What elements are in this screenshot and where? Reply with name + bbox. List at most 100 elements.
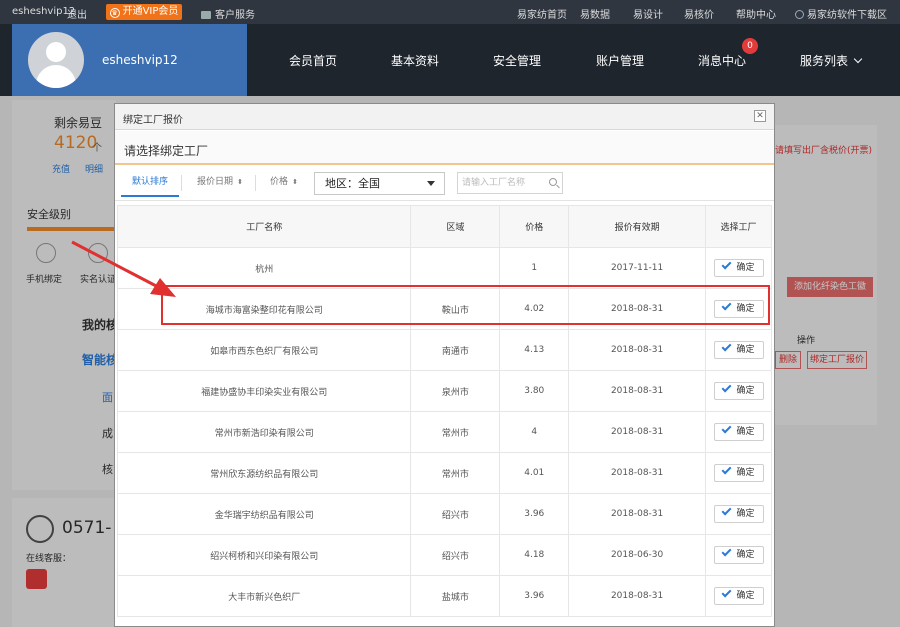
factory-search-input[interactable]: 请输入工厂名称 bbox=[457, 172, 563, 194]
col-valid-until: 报价有效期 bbox=[568, 205, 706, 248]
col-select: 选择工厂 bbox=[705, 205, 772, 248]
bind-factory-dialog: 绑定工厂报价 ✕ 请选择绑定工厂 默认排序 报价日期 ⬍ 价格 ⬍ 地区：全国 请输… bbox=[114, 103, 775, 627]
search-icon[interactable] bbox=[549, 178, 557, 186]
confirm-button[interactable]: 确定 bbox=[713, 382, 764, 400]
select-cell: 确定 bbox=[705, 411, 772, 453]
confirm-label: 确定 bbox=[736, 427, 755, 437]
vip-label: 开通VIP会员 bbox=[122, 6, 179, 17]
tab-quote-date[interactable]: 报价日期 ⬍ bbox=[185, 167, 255, 197]
confirm-label: 确定 bbox=[736, 468, 755, 478]
vip-button[interactable]: ♛ 开通VIP会员 bbox=[106, 4, 182, 20]
top-link-help[interactable]: 帮助中心 bbox=[736, 6, 776, 21]
avatar[interactable] bbox=[28, 32, 84, 88]
crown-icon: ♛ bbox=[109, 8, 120, 18]
confirm-button[interactable]: 确定 bbox=[713, 464, 764, 482]
top-link-data[interactable]: 易数据 bbox=[580, 6, 610, 21]
download-link[interactable]: 易家纺软件下载区 bbox=[795, 6, 887, 21]
message-count-badge: 0 bbox=[742, 38, 758, 54]
tab-quote-date-label: 报价日期 bbox=[197, 177, 234, 187]
region-cell: 南通市 bbox=[410, 329, 501, 371]
select-cell: 确定 bbox=[705, 534, 772, 576]
search-placeholder: 请输入工厂名称 bbox=[462, 178, 526, 188]
price-cell: 3.96 bbox=[499, 493, 570, 535]
profile-username: esheshvip12 bbox=[102, 53, 178, 67]
valid-until-cell: 2018-08-31 bbox=[568, 411, 706, 453]
check-icon bbox=[722, 341, 732, 352]
price-cell: 4.13 bbox=[499, 329, 570, 371]
table-row: 常州欣东源纺织品有限公司 常州市 4.01 2018-08-31 确定 bbox=[116, 452, 772, 494]
nav-account[interactable]: 账户管理 bbox=[596, 52, 644, 69]
download-label: 易家纺软件下载区 bbox=[807, 10, 887, 21]
check-icon bbox=[722, 423, 732, 434]
confirm-button[interactable]: 确定 bbox=[713, 423, 764, 441]
nav-basic-info[interactable]: 基本资料 bbox=[391, 52, 439, 69]
nav-security[interactable]: 安全管理 bbox=[493, 52, 541, 69]
top-bar: esheshvip12 退出 ♛ 开通VIP会员 客户服务 易家纺首页 易数据 易… bbox=[0, 0, 900, 24]
top-link-design[interactable]: 易设计 bbox=[633, 6, 663, 21]
select-cell: 确定 bbox=[705, 575, 772, 617]
factory-name-cell: 如皋市西东色织厂有限公司 bbox=[116, 329, 412, 371]
check-icon bbox=[722, 587, 732, 598]
region-cell: 常州市 bbox=[410, 411, 501, 453]
confirm-button[interactable]: 确定 bbox=[713, 546, 764, 564]
table-row: 绍兴柯桥和兴印染有限公司 绍兴市 4.18 2018-06-30 确定 bbox=[116, 534, 772, 576]
customer-service-label: 客户服务 bbox=[215, 10, 255, 21]
col-price: 价格 bbox=[499, 205, 570, 248]
confirm-label: 确定 bbox=[736, 550, 755, 560]
factory-name-cell: 绍兴柯桥和兴印染有限公司 bbox=[116, 534, 412, 576]
nav-messages[interactable]: 消息中心 bbox=[698, 52, 746, 69]
top-link-home[interactable]: 易家纺首页 bbox=[517, 6, 567, 21]
valid-until-cell: 2018-08-31 bbox=[568, 452, 706, 494]
region-select-value: 地区：全国 bbox=[325, 177, 380, 190]
price-cell: 1 bbox=[499, 247, 570, 289]
select-cell: 确定 bbox=[705, 370, 772, 412]
table-row: 大丰市新兴色织厂 盐城市 3.96 2018-08-31 确定 bbox=[116, 575, 772, 617]
check-icon bbox=[722, 382, 732, 393]
check-icon bbox=[722, 546, 732, 557]
chevron-down-icon bbox=[853, 54, 863, 64]
logout-link[interactable]: 退出 bbox=[67, 6, 87, 21]
check-icon bbox=[722, 505, 732, 516]
valid-until-cell: 2018-06-30 bbox=[568, 534, 706, 576]
sort-icon: ⬍ bbox=[237, 178, 243, 186]
dropdown-arrow-icon bbox=[427, 181, 435, 186]
tab-default-sort[interactable]: 默认排序 bbox=[121, 167, 179, 197]
table-row: 福建协盛协丰印染实业有限公司 泉州市 3.80 2018-08-31 确定 bbox=[116, 370, 772, 412]
nav-services-label: 服务列表 bbox=[800, 54, 849, 68]
factory-name-cell: 福建协盛协丰印染实业有限公司 bbox=[116, 370, 412, 412]
check-icon bbox=[722, 259, 732, 270]
confirm-button[interactable]: 确定 bbox=[713, 505, 764, 523]
region-cell: 绍兴市 bbox=[410, 493, 501, 535]
top-link-price[interactable]: 易核价 bbox=[684, 6, 714, 21]
factory-name-cell: 大丰市新兴色织厂 bbox=[116, 575, 412, 617]
region-select[interactable]: 地区：全国 bbox=[314, 172, 445, 195]
confirm-button[interactable]: 确定 bbox=[713, 587, 764, 605]
select-cell: 确定 bbox=[705, 247, 772, 289]
confirm-label: 确定 bbox=[736, 591, 755, 601]
table-row: 如皋市西东色织厂有限公司 南通市 4.13 2018-08-31 确定 bbox=[116, 329, 772, 371]
close-icon[interactable]: ✕ bbox=[754, 110, 766, 122]
confirm-button[interactable]: 确定 bbox=[713, 341, 764, 359]
confirm-button[interactable]: 确定 bbox=[713, 259, 764, 277]
region-cell: 常州市 bbox=[410, 452, 501, 494]
factory-name-cell: 常州欣东源纺织品有限公司 bbox=[116, 452, 412, 494]
region-cell: 绍兴市 bbox=[410, 534, 501, 576]
region-cell: 盐城市 bbox=[410, 575, 501, 617]
region-cell: 泉州市 bbox=[410, 370, 501, 412]
main-header: esheshvip12 会员首页 基本资料 安全管理 账户管理 消息中心 0 服… bbox=[0, 24, 900, 96]
top-username[interactable]: esheshvip12 bbox=[12, 6, 75, 17]
table-header-row: 工厂名称 区域 价格 报价有效期 选择工厂 bbox=[116, 205, 772, 248]
nav-services[interactable]: 服务列表 bbox=[800, 52, 863, 69]
valid-until-cell: 2017-11-11 bbox=[568, 247, 706, 289]
confirm-label: 确定 bbox=[736, 509, 755, 519]
valid-until-cell: 2018-08-31 bbox=[568, 575, 706, 617]
confirm-label: 确定 bbox=[736, 263, 755, 273]
tab-price[interactable]: 价格 ⬍ bbox=[259, 167, 309, 197]
annotation-highlight-box bbox=[161, 285, 770, 325]
table-row: 金华瑞宇纺织品有限公司 绍兴市 3.96 2018-08-31 确定 bbox=[116, 493, 772, 535]
customer-service-link[interactable]: 客户服务 bbox=[201, 6, 255, 21]
nav-member-home[interactable]: 会员首页 bbox=[289, 52, 337, 69]
profile-card: esheshvip12 bbox=[12, 24, 247, 96]
factory-name-cell: 常州市新浩印染有限公司 bbox=[116, 411, 412, 453]
factory-table: 工厂名称 区域 价格 报价有效期 选择工厂 杭州 1 2017-11-11 确定 海城市… bbox=[116, 205, 772, 617]
